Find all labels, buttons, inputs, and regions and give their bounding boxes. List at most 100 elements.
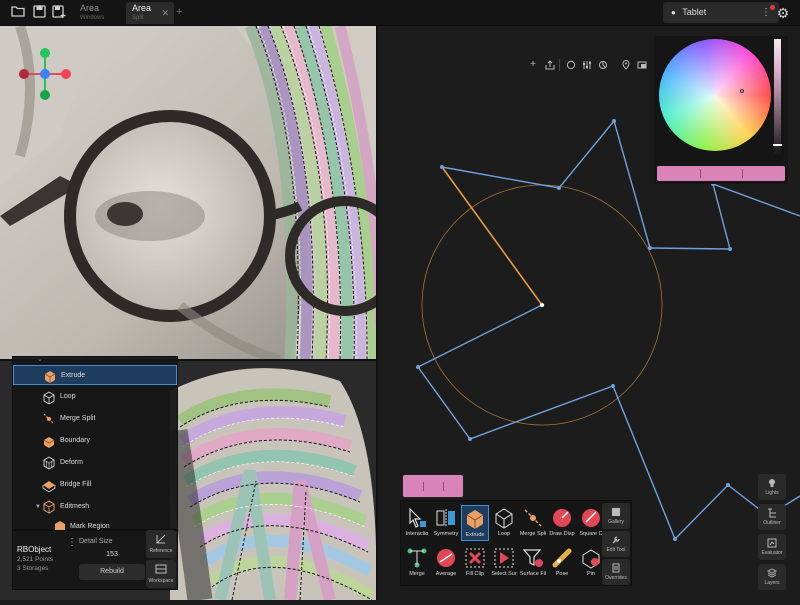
symmetry-icon (436, 509, 455, 527)
divider (559, 59, 560, 71)
outliner-icon (768, 508, 776, 518)
gear-icon[interactable]: ⚙ (775, 5, 791, 21)
tool-label: Surface Fil (519, 571, 547, 577)
tool-label: Fill Clip (465, 571, 485, 577)
tree-item-merge-split[interactable]: Merge Split (13, 409, 177, 429)
pose-icon (552, 548, 572, 568)
tree-item-boundary[interactable]: Boundary (13, 431, 177, 451)
outliner-button[interactable]: Outliner (758, 504, 786, 530)
gallery-icon (612, 508, 620, 516)
brush-swatch[interactable] (402, 474, 464, 498)
merge-icon (407, 548, 427, 568)
tool-label: Select Sur (491, 571, 517, 577)
extrude-icon (44, 371, 56, 383)
tool-pin[interactable]: Pin (577, 545, 605, 581)
tab-title: Area (80, 3, 100, 13)
tree-item-extrude[interactable]: Extrude (13, 365, 177, 385)
save-as-icon[interactable] (51, 5, 67, 21)
tree-item-label: Deform (60, 459, 83, 466)
reference-icon (156, 534, 166, 544)
gallery-button[interactable]: Gallery (602, 503, 630, 529)
rebuild-button[interactable]: Rebuild (79, 564, 145, 580)
collapse-icon[interactable]: ⌄ (37, 355, 43, 363)
tree-item-label: Bridge Fill (60, 481, 92, 488)
folder-icon[interactable] (10, 5, 26, 21)
tool-label: Merge Spli (519, 531, 547, 537)
tool-interaction[interactable]: Interactio (403, 505, 431, 541)
tab-area-windows[interactable]: Area Windows (74, 2, 122, 24)
detail-size-input[interactable]: 153 (79, 548, 145, 561)
close-icon[interactable]: ✕ (161, 8, 169, 18)
tool-pose[interactable]: Pose (548, 545, 576, 581)
tool-average[interactable]: Average (432, 545, 460, 581)
add-icon[interactable]: + (528, 60, 538, 70)
tool-surface-fill[interactable]: Surface Fil (519, 545, 547, 581)
tree-item-loop[interactable]: Loop (13, 387, 177, 407)
value-handle[interactable] (773, 144, 782, 146)
cursor-icon (409, 507, 426, 528)
viewport-face[interactable] (0, 26, 376, 360)
tree-item-editmesh[interactable]: ▼ Editmesh (13, 497, 177, 517)
document-icon (612, 563, 620, 573)
merge-split-icon (43, 413, 55, 425)
fill-clip-icon (465, 548, 485, 568)
tab-area-split[interactable]: Area Split ✕ (126, 2, 174, 24)
swatch-divider (742, 169, 743, 178)
tool-loop[interactable]: Loop (490, 505, 518, 541)
overrides-button[interactable]: Overrides (602, 559, 630, 585)
window-icon[interactable] (637, 60, 647, 70)
boundary-icon (43, 437, 55, 448)
tool-merge[interactable]: Merge (403, 545, 431, 581)
color-swatch-bar[interactable] (657, 166, 785, 181)
color-wheel[interactable] (659, 39, 771, 151)
tool-draw-disp[interactable]: Draw Disp (548, 505, 576, 541)
extrude-icon (466, 510, 484, 529)
tree-item-label: Editmesh (60, 503, 90, 510)
tool-fill-clip[interactable]: Fill Clip (461, 545, 489, 581)
tool-merge-split[interactable]: Merge Spli (519, 505, 547, 541)
square-brush-icon (582, 509, 600, 527)
tree-item-label: Loop (60, 393, 76, 400)
lights-button[interactable]: Lights (758, 474, 786, 500)
color-cursor[interactable] (740, 89, 744, 93)
sliders-icon[interactable] (582, 60, 592, 70)
tool-extrude[interactable]: Extrude (461, 505, 489, 541)
workspace-button[interactable]: Workspace (146, 560, 176, 588)
tree-item-bridge-fill[interactable]: Bridge Fill (13, 475, 177, 495)
tree-item-label: Mark Region (70, 523, 110, 530)
save-icon[interactable] (31, 5, 47, 21)
tool-label: Loop (497, 531, 511, 537)
value-slider[interactable] (773, 39, 782, 157)
add-tab-icon[interactable]: + (176, 6, 182, 18)
tree-item-label: Extrude (61, 372, 86, 379)
expand-arrow-icon[interactable]: ▼ (35, 497, 41, 517)
evaluator-button[interactable]: Evaluator (758, 534, 786, 560)
deform-icon (43, 456, 55, 470)
bridge-fill-icon (42, 481, 56, 492)
workspace-icon (155, 564, 167, 574)
funnel-icon (522, 549, 543, 567)
orientation-gizmo[interactable] (18, 46, 74, 102)
tool-label: Interactio (405, 531, 429, 537)
pin-icon[interactable] (621, 60, 631, 70)
tree-item-label: Boundary (60, 437, 90, 444)
more-icon[interactable]: ⋮ (67, 537, 77, 548)
brush-stats-icon[interactable] (598, 60, 608, 70)
tool-label: Draw Disp (549, 531, 575, 537)
color-picker-panel (654, 36, 788, 184)
tool-symmetry[interactable]: Symmetry (432, 505, 460, 541)
export-icon[interactable] (545, 60, 555, 70)
tablet-selector[interactable]: ● Tablet ⋮ (663, 2, 779, 23)
tree-item-deform[interactable]: Deform (13, 453, 177, 473)
tool-select-surface[interactable]: Select Sur (490, 545, 518, 581)
average-icon (437, 549, 455, 567)
merge-split-icon (524, 509, 542, 527)
reference-button[interactable]: Reference (146, 530, 176, 558)
draw-disp-icon (553, 509, 571, 527)
side-label: Lights (765, 490, 779, 496)
edit-tool-button[interactable]: Edit Tool (602, 531, 630, 557)
layers-button[interactable]: Layers (758, 564, 786, 590)
tree-item-mark-region[interactable]: Mark Region (13, 517, 177, 531)
refresh-icon[interactable] (566, 60, 576, 70)
tool-square[interactable]: Square C (577, 505, 605, 541)
